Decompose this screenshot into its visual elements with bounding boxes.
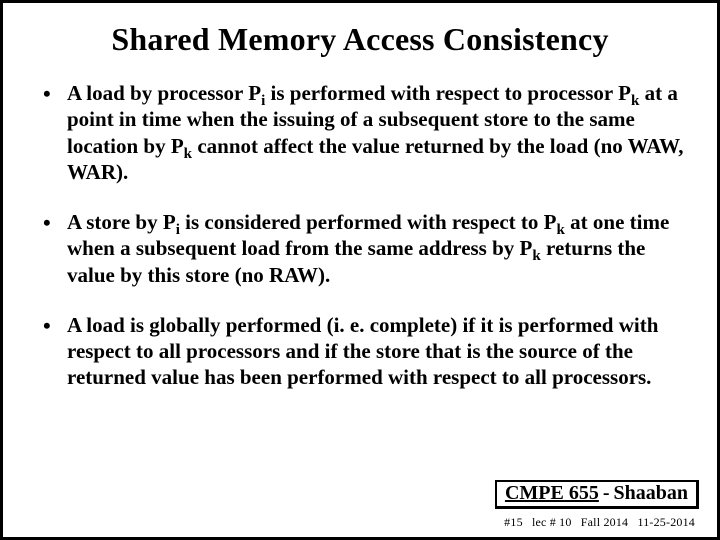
slide-date: 11-25-2014 [637,515,695,529]
lecture-number: lec # 10 [532,515,572,529]
author-name: Shaaban [614,482,689,504]
footer-dash: - [603,482,610,504]
course-code: CMPE 655 [505,482,599,504]
term-label: Fall 2014 [581,515,628,529]
slide-meta: #15 lec # 10 Fall 2014 11-25-2014 [498,515,695,530]
slide-container: Shared Memory Access Consistency A load … [0,0,720,540]
slide-title: Shared Memory Access Consistency [31,21,689,58]
bullet-item: A load by processor Pi is performed with… [43,80,687,185]
bullet-list: A load by processor Pi is performed with… [31,80,689,391]
bullet-item: A load is globally performed (i. e. comp… [43,312,687,391]
bullet-item: A store by Pi is considered performed wi… [43,209,687,288]
slide-number: #15 [504,515,523,529]
footer-box: CMPE 655 - Shaaban [495,480,699,509]
